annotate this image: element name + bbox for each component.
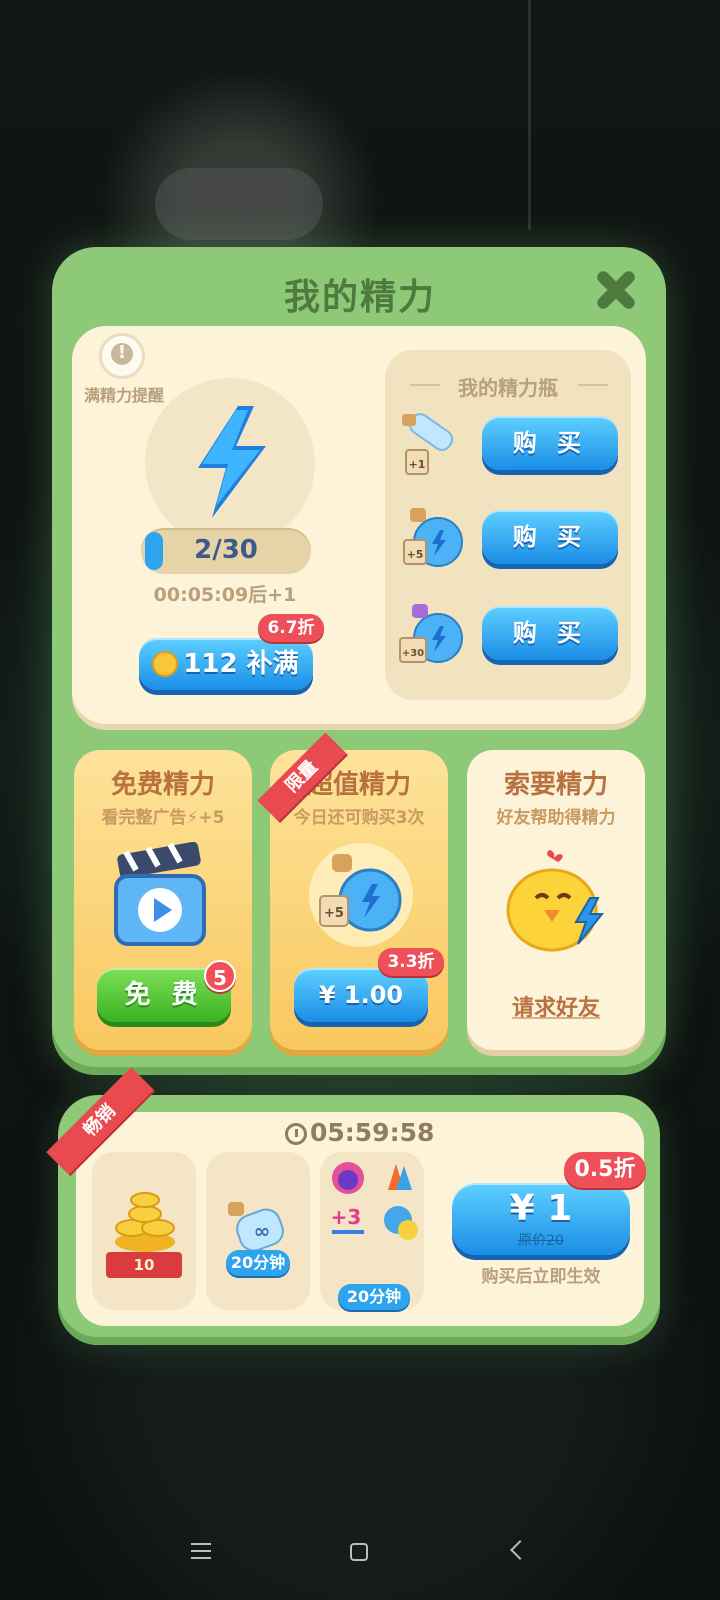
video-clapper-icon	[114, 842, 206, 946]
booster-duration: 20分钟	[338, 1284, 410, 1310]
svg-text:+30: +30	[402, 648, 424, 659]
home-icon[interactable]	[350, 1543, 368, 1561]
offer-countdown: 05:59:58	[310, 1118, 435, 1147]
value-energy-buy-button[interactable]: ¥ 1.00	[294, 968, 428, 1022]
infinite-energy-bottle-icon: ∞	[228, 1202, 284, 1252]
request-energy-title: 索要精力	[503, 770, 608, 800]
offer-discount-badge: 0.5折	[564, 1152, 646, 1188]
value-discount-badge: 3.3折	[378, 948, 444, 976]
free-count-badge: 5	[204, 960, 236, 992]
lightning-bolt-icon	[198, 406, 266, 518]
energy-regen-timer: 00:05:09后+1	[153, 584, 297, 606]
free-energy-title: 免费精力	[110, 770, 215, 800]
unlimited-energy-duration: 20分钟	[226, 1250, 290, 1276]
svg-text:+3: +3	[331, 1205, 362, 1229]
request-energy-subtitle: 好友帮助得精力	[496, 808, 616, 828]
clock-icon	[285, 1123, 307, 1145]
close-icon[interactable]	[592, 268, 636, 312]
menu-icon[interactable]	[191, 1543, 211, 1559]
background-rope	[528, 0, 531, 230]
refill-discount-badge: 6.7折	[258, 614, 324, 642]
reminder-icon[interactable]	[99, 333, 145, 379]
buy-bottle-30-button[interactable]: 购 买	[482, 606, 618, 660]
small-energy-bottle-icon: +1	[402, 413, 454, 475]
buy-bottle-5-button[interactable]: 购 买	[482, 510, 618, 564]
background-blurred-button	[155, 168, 323, 240]
offer-effect-note: 购买后立即生效	[481, 1267, 601, 1287]
free-energy-subtitle: 看完整广告⚡+5	[101, 808, 225, 828]
svg-text:+5: +5	[407, 548, 424, 561]
offer-price: ¥ 1	[509, 1188, 573, 1229]
reminder-label[interactable]: 满精力提醒	[78, 382, 170, 406]
buy-bottle-1-button[interactable]: 购 买	[482, 416, 618, 470]
value-energy-subtitle: 今日还可购买3次	[293, 808, 425, 828]
svg-text:+1: +1	[409, 458, 426, 471]
large-energy-bottle-icon: +30	[399, 604, 463, 663]
boosters-icon: +3	[331, 1162, 418, 1240]
request-friends-link[interactable]: 请求好友	[467, 990, 645, 1022]
chick-icon	[506, 850, 605, 952]
energy-count: 2/30	[194, 535, 258, 565]
gold-coins-icon	[115, 1192, 175, 1252]
coin-icon	[152, 651, 178, 677]
offer-original-price: 原价20	[518, 1233, 564, 1249]
energy-bottle-title: 我的精力瓶	[458, 376, 558, 400]
energy-bottle-icon: +5	[309, 843, 413, 947]
svg-text:+5: +5	[324, 906, 344, 921]
medium-energy-bottle-icon: +5	[403, 508, 463, 567]
svg-text:∞: ∞	[254, 1219, 271, 1243]
coins-amount-label: 10	[106, 1252, 182, 1278]
